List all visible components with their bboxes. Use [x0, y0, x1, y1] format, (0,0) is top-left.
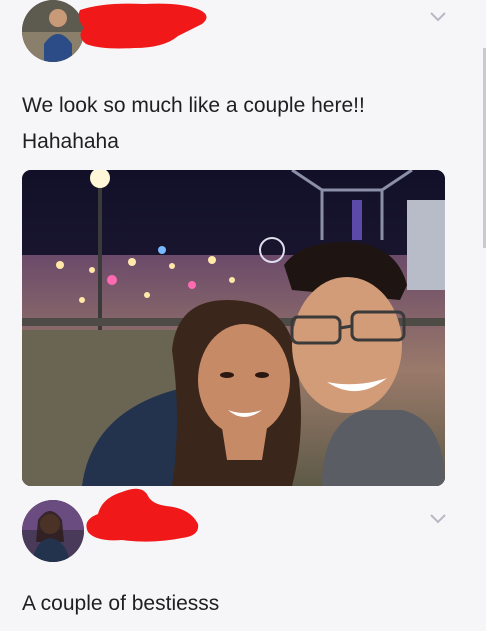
avatar[interactable] [22, 500, 84, 562]
avatar-image [22, 500, 84, 562]
caption-line-1: We look so much like a couple here!! [22, 94, 365, 117]
post-1: We look so much like a couple here!! Hah… [0, 0, 486, 500]
redacted-username [78, 3, 207, 49]
redacted-username [86, 488, 199, 542]
chevron-down-icon[interactable] [430, 514, 446, 524]
caption-line-2: Hahahaha [22, 130, 119, 153]
chevron-down-icon[interactable] [430, 12, 446, 22]
post-2: A couple of bestiesss [0, 488, 486, 631]
post-photo[interactable] [22, 170, 445, 486]
post-caption: We look so much like a couple here!! Hah… [22, 88, 365, 160]
selfie-photo [22, 170, 445, 486]
post-caption: A couple of bestiesss [22, 592, 220, 615]
